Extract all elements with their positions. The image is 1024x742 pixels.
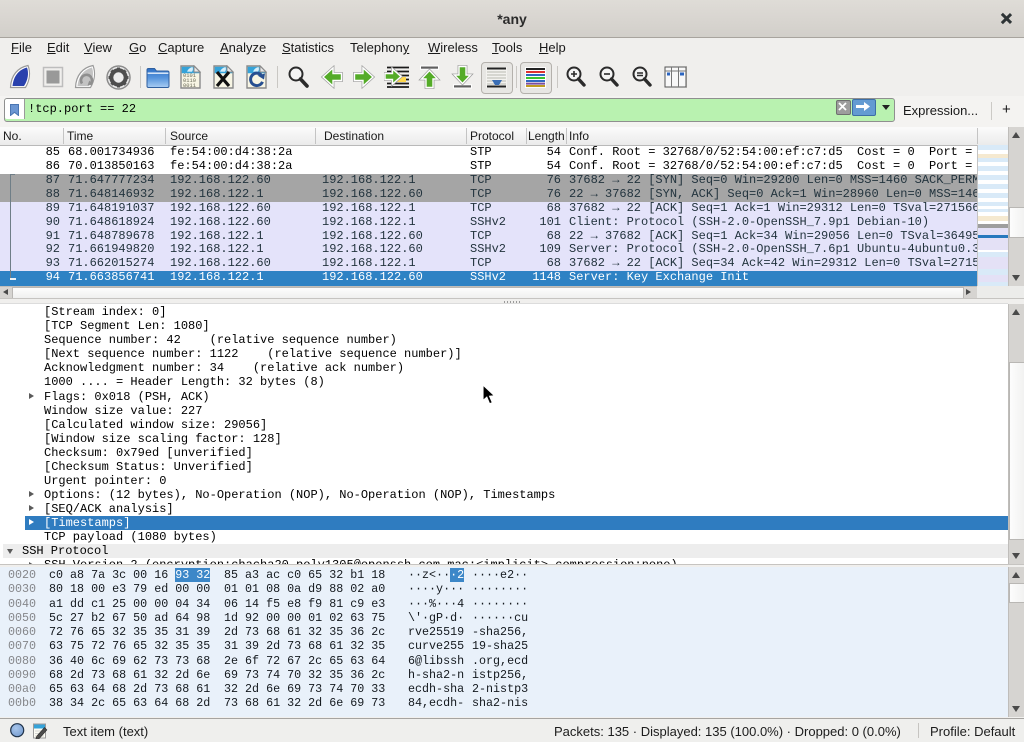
- svg-text:0011: 0011: [183, 83, 196, 89]
